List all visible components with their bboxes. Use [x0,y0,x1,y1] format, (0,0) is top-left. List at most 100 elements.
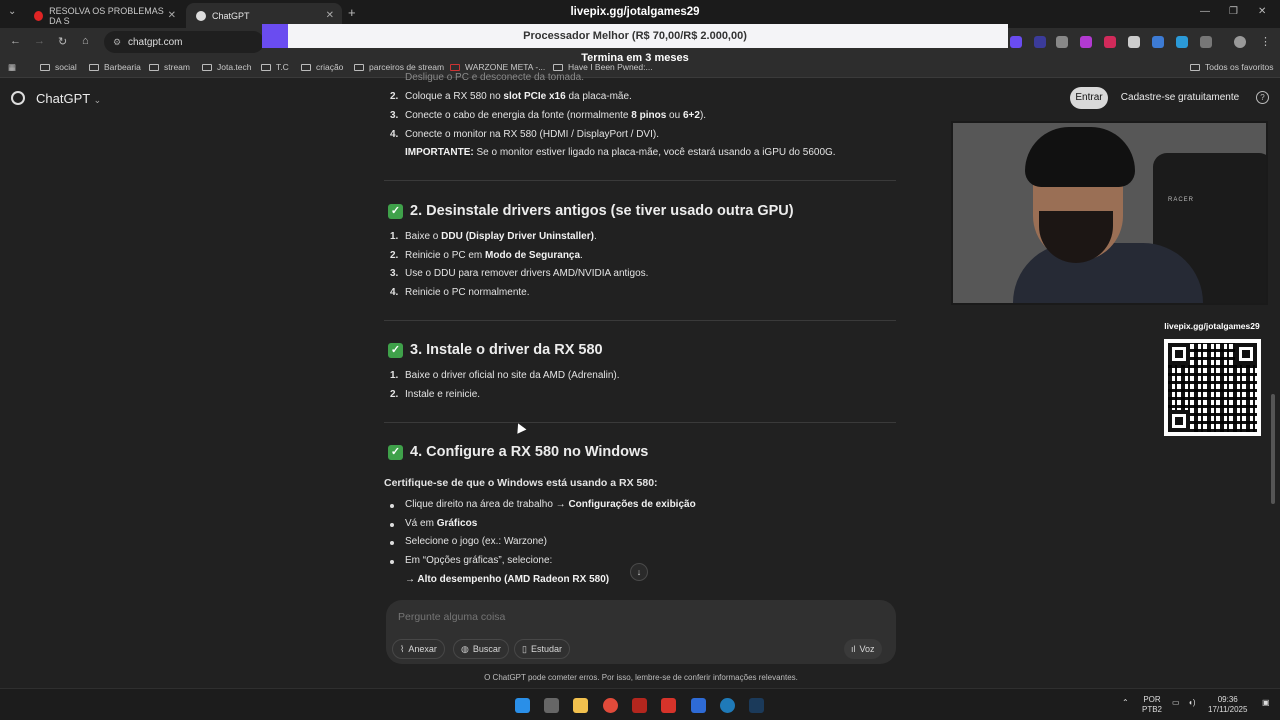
apps-grid-icon[interactable]: ▦ [8,62,16,73]
folder-icon [1190,63,1200,71]
close-tab-icon[interactable]: ✕ [168,10,176,21]
menu-kebab-icon[interactable]: ⋮ [1260,35,1271,48]
attach-button[interactable]: ⌇ Anexar [392,639,445,659]
list-number: 2. [390,91,399,102]
app-title: ChatGPT [36,91,90,106]
text: ). [699,110,707,121]
app-icon[interactable] [632,698,647,713]
disclaimer: O ChatGPT pode cometer erros. Por isso, … [484,673,798,682]
chatgpt-logo-icon[interactable] [11,91,25,105]
streamer-body [1013,243,1203,303]
bookmark-jota-tech[interactable]: Jota.tech [202,62,252,72]
tab-title: ChatGPT [212,10,250,21]
steam-icon[interactable] [749,698,764,713]
bookmark-social[interactable]: social [40,62,77,72]
file-explorer-icon[interactable] [573,698,588,713]
forward-icon[interactable]: → [34,35,45,47]
arrow-down-icon: ↓ [636,567,642,577]
site-info-icon[interactable]: ⚙ [113,37,121,48]
extensions-puzzle-icon[interactable] [1200,36,1212,48]
scroll-down-button[interactable]: ↓ [630,563,648,581]
bookmark-criacao[interactable]: criação [301,62,343,72]
signup-button[interactable]: Cadastre-se gratuitamente [1118,87,1242,109]
extension-icon[interactable] [1056,36,1068,48]
app-icon[interactable] [691,698,706,713]
clock[interactable]: 09:36 17/11/2025 [1208,695,1247,715]
extension-icon[interactable] [1104,36,1116,48]
study-button[interactable]: ▯ Estudar [514,639,570,659]
list-number: 3. [390,268,399,279]
language-indicator[interactable]: POR PTB2 [1142,695,1162,715]
lang-text: POR [1143,695,1161,704]
chrome-icon[interactable] [603,698,618,713]
task-view-icon[interactable] [544,698,559,713]
lead-text: Certifique-se de que o Windows está usan… [384,477,658,489]
voice-button[interactable]: ıl Voz [844,639,882,659]
composer: ⌇Anexar ◍Buscar ▯Estudar ılVoz [386,600,896,664]
bold-text: 6+2 [682,110,700,121]
tab-search-icon[interactable]: ⌄ [8,6,16,17]
bookmark-parceiros[interactable]: parceiros de stream [354,62,444,72]
prompt-input[interactable] [398,611,798,623]
help-icon[interactable]: ? [1256,91,1269,104]
bold-text: 8 pinos [631,110,667,121]
home-icon[interactable]: ⌂ [82,35,89,47]
bookmark-label: social [55,62,77,72]
close-tab-icon[interactable]: ✕ [326,10,334,21]
app-icon[interactable] [661,698,676,713]
search-button[interactable]: ◍ Buscar [453,639,509,659]
bookmark-barbearia[interactable]: Barbearia [89,62,141,72]
divider [384,320,896,321]
url-text: chatgpt.com [128,36,183,48]
extension-icon[interactable] [1010,36,1022,48]
login-button[interactable]: Entrar [1070,87,1108,109]
reload-icon[interactable]: ↻ [58,35,67,48]
list-item-text: Conecte o monitor na RX 580 (HDMI / Disp… [405,129,659,140]
network-icon[interactable]: ▭ [1172,698,1180,708]
book-icon: ▯ [522,643,527,654]
tray-overflow-icon[interactable]: ⌃ [1122,698,1129,708]
app-icon[interactable] [720,698,735,713]
url-field[interactable]: ⚙ chatgpt.com [104,31,264,53]
profile-avatar[interactable] [1234,36,1246,48]
bookmark-stream[interactable]: stream [149,62,190,72]
list-item-text: Conecte o cabo de energia da fonte (norm… [405,110,706,121]
tab-resolva[interactable]: RESOLVA OS PROBLEMAS DA S ✕ [24,3,184,28]
scrollbar[interactable] [1271,394,1275,504]
list-item-text: Reinicie o PC normalmente. [405,287,530,298]
extension-icon[interactable] [1176,36,1188,48]
bold-text: IMPORTANTE: [405,147,474,158]
back-icon[interactable]: ← [10,35,21,47]
new-tab-icon[interactable]: + [348,5,356,20]
list-item-text: Vá em Gráficos [405,518,477,529]
minimize-icon[interactable]: — [1200,6,1210,17]
volume-icon[interactable]: ◖) [1188,698,1196,708]
extension-icon[interactable] [1034,36,1046,48]
qr-modules [1168,343,1257,432]
list-number: 3. [390,110,399,121]
list-item-text: Baixe o DDU (Display Driver Uninstaller)… [405,231,597,242]
bookmark-label: Barbearia [104,62,141,72]
text: Clique direito na área de trabalho → [405,499,569,510]
section-heading: ✓ 3. Instale o driver da RX 580 [388,342,603,358]
bookmark-all[interactable]: Todos os favoritos [1190,62,1274,72]
list-item-text: Instale e reinicie. [405,389,481,400]
model-switcher[interactable]: ChatGPT ⌄ [36,91,101,106]
close-window-icon[interactable]: ✕ [1258,6,1266,17]
list-item-text: Reinicie o PC em Modo de Segurança. [405,250,583,261]
globe-icon: ◍ [461,643,469,654]
extension-icon[interactable] [1152,36,1164,48]
bullet-icon [390,523,394,527]
heading-text: 4. Configure a RX 580 no Windows [410,444,649,460]
extension-icon[interactable] [1128,36,1140,48]
windows-start-icon[interactable] [515,698,530,713]
notification-icon[interactable]: ▣ [1262,698,1270,708]
extension-icon[interactable] [1080,36,1092,48]
restore-icon[interactable]: ❐ [1229,6,1238,17]
bookmark-label: Jota.tech [217,62,252,72]
taskbar: ⌃ POR PTB2 ▭ ◖) 09:36 17/11/2025 ▣ [0,688,1280,720]
waveform-icon: ıl [851,644,856,654]
bookmark-label: criação [316,62,344,72]
bookmark-tc[interactable]: T.C [261,62,289,72]
time-text: 09:36 [1217,695,1238,704]
